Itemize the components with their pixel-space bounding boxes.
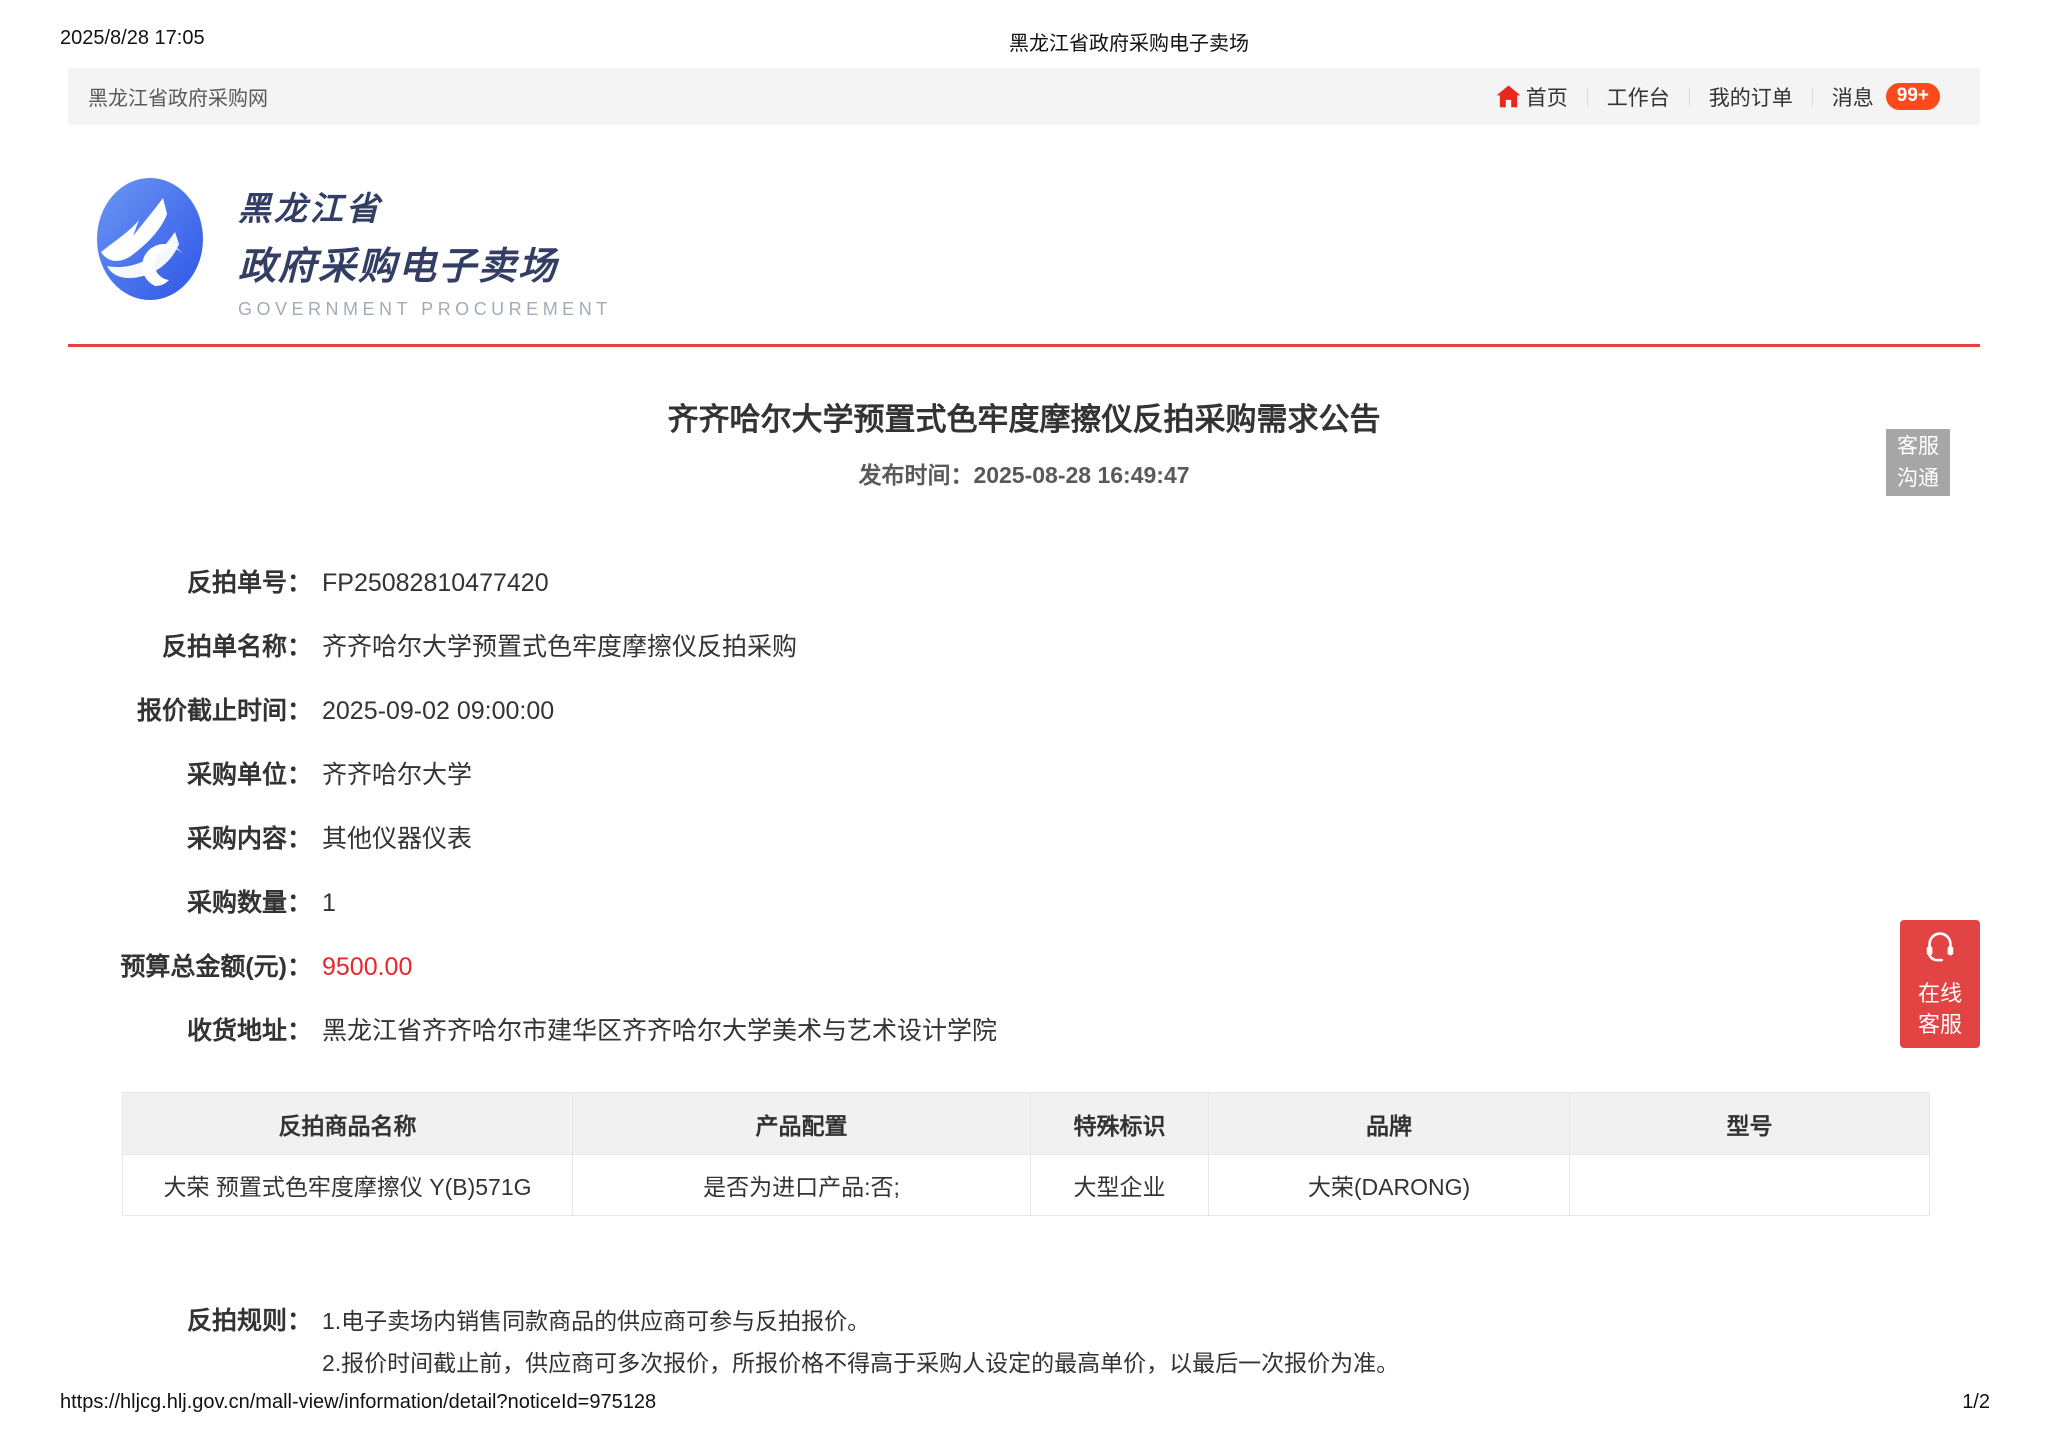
col-header-brand: 品牌 — [1209, 1093, 1570, 1155]
red-divider — [68, 344, 1980, 347]
nav-item-messages[interactable]: 消息 — [1832, 82, 1874, 112]
cell-product-config: 是否为进口产品:否; — [573, 1155, 1031, 1216]
table-header-row: 反拍商品名称 产品配置 特殊标识 品牌 型号 — [123, 1093, 1930, 1155]
nav-item-my-orders[interactable]: 我的订单 — [1709, 82, 1793, 112]
field-value: 1 — [322, 886, 336, 920]
cell-product-name: 大荣 预置式色牢度摩擦仪 Y(B)571G — [123, 1155, 573, 1216]
field-row-quote-deadline: 报价截止时间： 2025-09-02 09:00:00 — [0, 694, 1400, 728]
nav-separator — [1587, 88, 1588, 106]
field-label: 采购单位： — [0, 758, 312, 792]
customer-service-chat-button[interactable]: 客服 沟通 — [1886, 429, 1950, 496]
field-row-auction-name: 反拍单名称： 齐齐哈尔大学预置式色牢度摩擦仪反拍采购 — [0, 630, 1400, 664]
nav-item-label: 我的订单 — [1709, 82, 1793, 112]
nav-item-home[interactable]: 首页 — [1495, 82, 1568, 112]
field-row-quantity: 采购数量： 1 — [0, 886, 1400, 920]
headset-icon — [1921, 927, 1959, 972]
notice-title: 齐齐哈尔大学预置式色牢度摩擦仪反拍采购需求公告 — [0, 394, 2048, 439]
publish-time-value: 2025-08-28 16:49:47 — [973, 462, 1189, 488]
budget-amount: 9500.00 — [322, 950, 412, 984]
field-label: 采购内容： — [0, 822, 312, 856]
field-label: 预算总金额(元)： — [0, 950, 312, 984]
notice-fields: 反拍单号： FP25082810477420 反拍单名称： 齐齐哈尔大学预置式色… — [0, 566, 1400, 1078]
page: 2025/8/28 17:05 黑龙江省政府采购电子卖场 黑龙江省政府采购网 首… — [0, 0, 2048, 1447]
logo-mark-icon — [97, 178, 203, 305]
cell-brand: 大荣(DARONG) — [1209, 1155, 1570, 1216]
print-page-number: 1/2 — [1962, 1391, 1990, 1414]
chat-button-label-line1: 客服 — [1897, 431, 1939, 463]
publish-time-row: 发布时间：2025-08-28 16:49:47 — [0, 456, 2048, 490]
site-name-link[interactable]: 黑龙江省政府采购网 — [88, 82, 268, 111]
cell-special-mark: 大型企业 — [1031, 1155, 1209, 1216]
field-row-auction-no: 反拍单号： FP25082810477420 — [0, 566, 1400, 600]
print-doc-title: 黑龙江省政府采购电子卖场 — [1009, 27, 1249, 56]
cell-model — [1570, 1155, 1930, 1216]
print-footer-url: https://hljcg.hlj.gov.cn/mall-view/infor… — [60, 1391, 656, 1414]
nav-separator — [1689, 88, 1690, 106]
rules-label: 反拍规则： — [0, 1300, 312, 1384]
field-label: 反拍单号： — [0, 566, 312, 600]
field-label: 反拍单名称： — [0, 630, 312, 664]
product-table: 反拍商品名称 产品配置 特殊标识 品牌 型号 大荣 预置式色牢度摩擦仪 Y(B)… — [122, 1092, 1930, 1216]
logo-text-mall: 政府采购电子卖场 — [238, 235, 612, 290]
field-value: 其他仪器仪表 — [322, 822, 472, 856]
message-count-badge[interactable]: 99+ — [1886, 83, 1940, 110]
publish-time-label: 发布时间： — [858, 462, 973, 488]
auction-rules: 反拍规则： 1.电子卖场内销售同款商品的供应商可参与反拍报价。 2.报价时间截止… — [0, 1300, 1399, 1384]
nav-item-label: 消息 — [1832, 82, 1874, 112]
field-label: 报价截止时间： — [0, 694, 312, 728]
field-value: 2025-09-02 09:00:00 — [322, 694, 554, 728]
rule-line-1: 1.电子卖场内销售同款商品的供应商可参与反拍报价。 — [322, 1300, 1399, 1342]
nav-item-workbench[interactable]: 工作台 — [1607, 82, 1670, 112]
print-datetime: 2025/8/28 17:05 — [60, 27, 205, 50]
logo-text-english: GOVERNMENT PROCUREMENT — [238, 299, 612, 320]
field-value: FP25082810477420 — [322, 566, 549, 600]
online-service-label-line1: 在线 — [1918, 978, 1962, 1010]
field-label: 收货地址： — [0, 1014, 312, 1048]
field-row-purchaser: 采购单位： 齐齐哈尔大学 — [0, 758, 1400, 792]
online-service-button[interactable]: 在线 客服 — [1900, 920, 1980, 1048]
rule-line-2: 2.报价时间截止前，供应商可多次报价，所报价格不得高于采购人设定的最高单价，以最… — [322, 1342, 1399, 1384]
online-service-label-line2: 客服 — [1918, 1009, 1962, 1041]
field-value: 齐齐哈尔大学预置式色牢度摩擦仪反拍采购 — [322, 630, 797, 664]
logo-text-province: 黑龙江省 — [238, 182, 612, 230]
col-header-model: 型号 — [1570, 1093, 1930, 1155]
site-logo[interactable]: 黑龙江省 政府采购电子卖场 GOVERNMENT PROCUREMENT — [97, 172, 657, 302]
field-value: 齐齐哈尔大学 — [322, 758, 472, 792]
field-row-delivery-address: 收货地址： 黑龙江省齐齐哈尔市建华区齐齐哈尔大学美术与艺术设计学院 — [0, 1014, 1400, 1048]
rules-lines: 1.电子卖场内销售同款商品的供应商可参与反拍报价。 2.报价时间截止前，供应商可… — [322, 1300, 1399, 1384]
field-row-purchase-content: 采购内容： 其他仪器仪表 — [0, 822, 1400, 856]
top-nav-bar: 黑龙江省政府采购网 首页 工作台 我的订单 消息 99+ — [68, 68, 1980, 125]
logo-text: 黑龙江省 政府采购电子卖场 GOVERNMENT PROCUREMENT — [238, 182, 612, 320]
nav-separator — [1812, 88, 1813, 106]
table-row: 大荣 预置式色牢度摩擦仪 Y(B)571G 是否为进口产品:否; 大型企业 大荣… — [123, 1155, 1930, 1216]
chat-button-label-line2: 沟通 — [1897, 463, 1939, 495]
nav-item-label: 工作台 — [1607, 82, 1670, 112]
col-header-special-mark: 特殊标识 — [1031, 1093, 1209, 1155]
home-icon — [1495, 83, 1522, 110]
nav-item-label: 首页 — [1526, 82, 1568, 112]
field-row-budget: 预算总金额(元)： 9500.00 — [0, 950, 1400, 984]
col-header-product-config: 产品配置 — [573, 1093, 1031, 1155]
field-value: 黑龙江省齐齐哈尔市建华区齐齐哈尔大学美术与艺术设计学院 — [322, 1014, 997, 1048]
col-header-product-name: 反拍商品名称 — [123, 1093, 573, 1155]
field-label: 采购数量： — [0, 886, 312, 920]
nav-menu: 首页 工作台 我的订单 消息 99+ — [1495, 82, 1940, 112]
